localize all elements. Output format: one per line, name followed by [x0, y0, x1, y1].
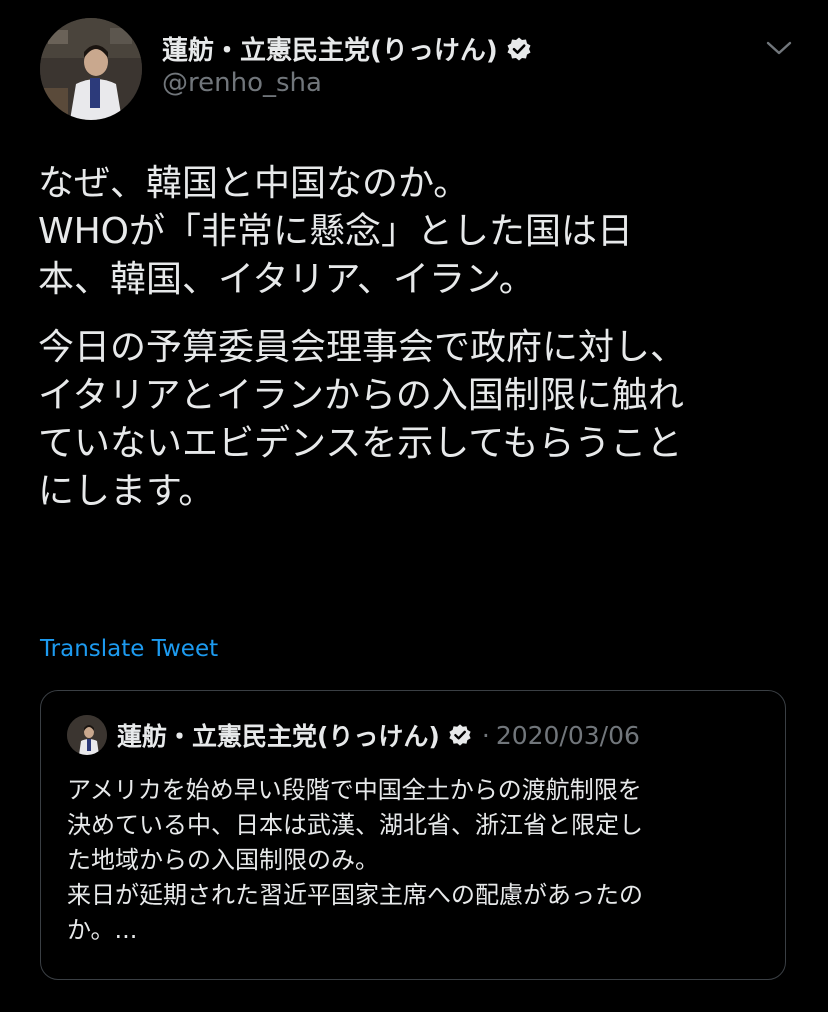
quoted-tweet-card[interactable]: 蓮舫・立憲民主党(りっけん) · 2020/03/06 アメリカを始め早い段階で… — [40, 690, 786, 980]
display-name[interactable]: 蓮舫・立憲民主党(りっけん) — [162, 30, 498, 67]
chevron-down-icon[interactable] — [766, 38, 792, 58]
verified-badge-icon — [448, 723, 472, 747]
tweet-paragraph: なぜ、韓国と中国なのか。 WHOが「非常に懸念」とした国は日 本、韓国、イタリア… — [38, 163, 634, 300]
verified-badge-icon — [506, 36, 532, 62]
translate-tweet-link[interactable]: Translate Tweet — [40, 636, 218, 662]
dot-separator: · — [481, 720, 490, 750]
tweet-text: なぜ、韓国と中国なのか。 WHOが「非常に懸念」とした国は日 本、韓国、イタリア… — [38, 160, 798, 536]
author-handle[interactable]: @renho_sha — [162, 68, 322, 98]
tweet-paragraph: 今日の予算委員会理事会で政府に対し、 イタリアとイランからの入国制限に触れ てい… — [38, 327, 687, 512]
quoted-tweet-text: アメリカを始め早い段階で中国全土からの渡航制限を 決めている中、日本は武漢、湖北… — [67, 776, 643, 944]
quoted-date: 2020/03/06 — [495, 720, 640, 750]
quoted-display-name: 蓮舫・立憲民主党(りっけん) — [117, 722, 440, 751]
quoted-avatar — [67, 715, 107, 755]
quoted-tweet-header: 蓮舫・立憲民主党(りっけん) · 2020/03/06 — [67, 715, 640, 755]
author-name-row[interactable]: 蓮舫・立憲民主党(りっけん) — [162, 30, 532, 67]
avatar[interactable] — [40, 18, 142, 120]
